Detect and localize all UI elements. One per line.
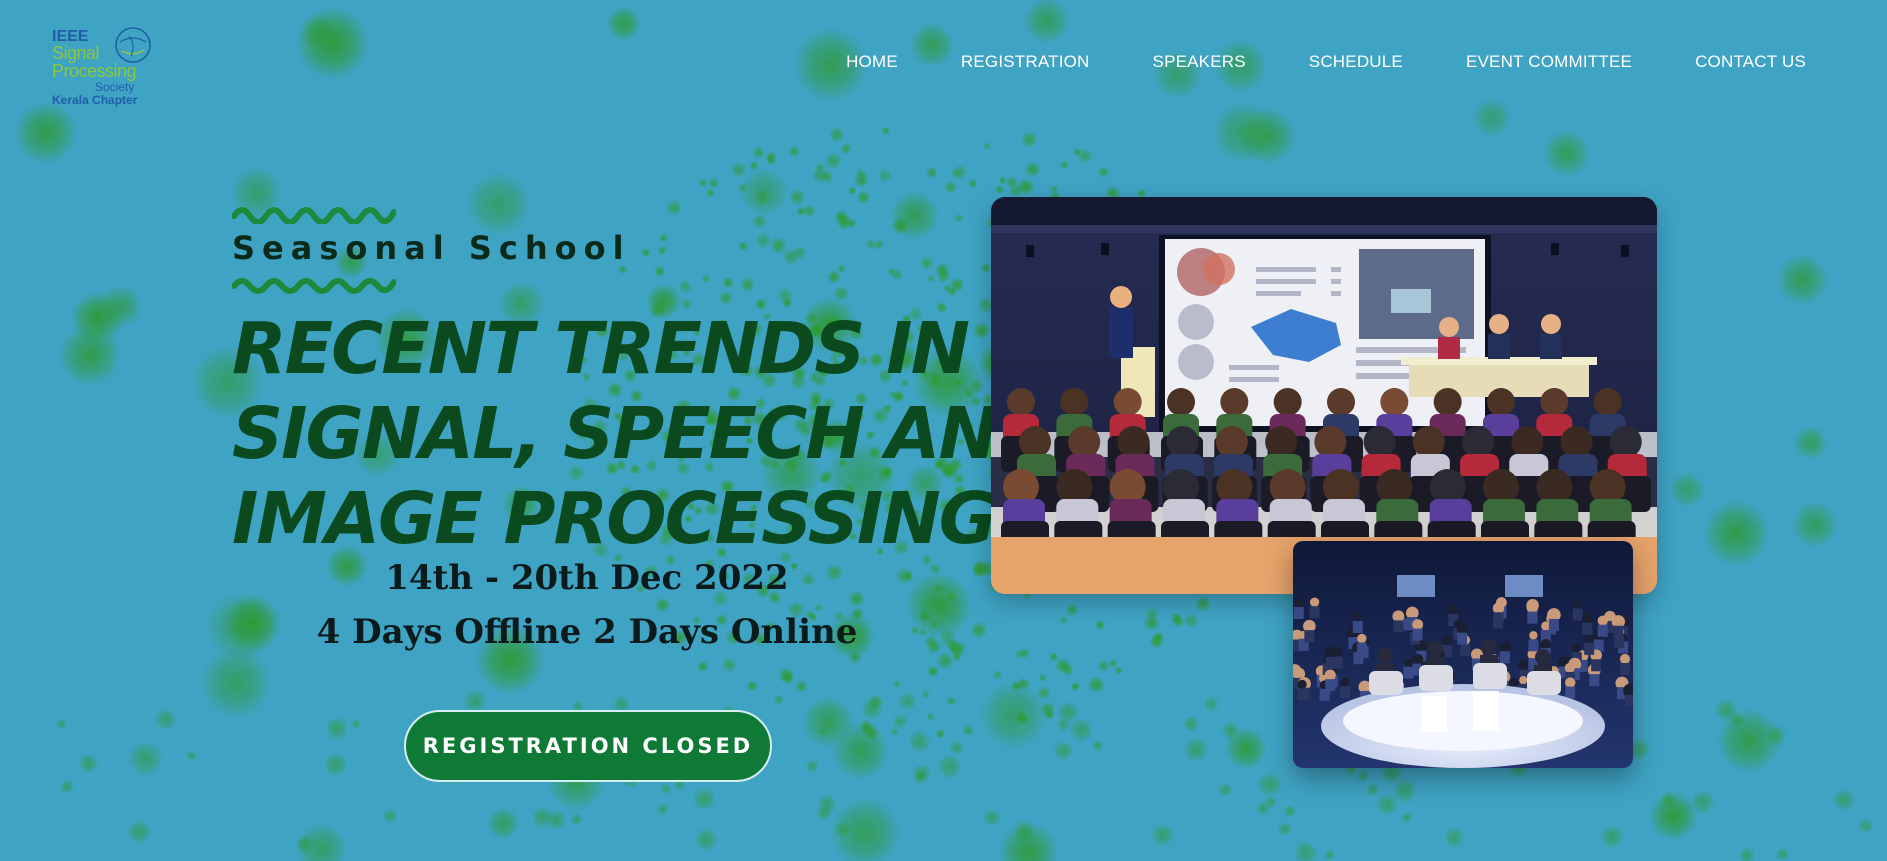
logo-processing-text: Processing: [52, 61, 137, 81]
panel-discussion-graphic: [1293, 541, 1633, 768]
nav-schedule[interactable]: SCHEDULE: [1309, 51, 1403, 73]
main-nav: HOME REGISTRATION SPEAKERS SCHEDULE EVEN…: [846, 51, 1806, 73]
event-dates: 14th - 20th Dec 2022: [385, 558, 789, 598]
logo-signal-text: Signal: [52, 43, 100, 63]
event-mode: 4 Days Offline 2 Days Online: [316, 612, 858, 652]
registration-closed-button[interactable]: REGISTRATION CLOSED: [404, 710, 772, 782]
event-title: RECENT TRENDS IN SIGNAL, SPEECH AND IMAG…: [232, 306, 1055, 561]
conference-illustration-graphic: [991, 197, 1657, 594]
logo-chapter-text: Kerala Chapter: [52, 93, 138, 107]
wave-decoration-top: [232, 207, 396, 224]
wave-decoration-bottom: [232, 278, 396, 294]
conference-illustration: [991, 197, 1657, 594]
ieee-sps-kerala-logo[interactable]: IEEE Signal Processing Society Kerala Ch…: [50, 24, 160, 108]
nav-event-committee[interactable]: EVENT COMMITTEE: [1466, 51, 1632, 73]
logo-society-text: Society: [95, 80, 135, 94]
panel-discussion-photo: [1293, 541, 1633, 768]
event-title-line-1: RECENT TRENDS IN: [232, 307, 970, 390]
nav-registration[interactable]: REGISTRATION: [961, 51, 1090, 73]
seasonal-school-subtitle: Seasonal School: [232, 229, 631, 267]
nav-speakers[interactable]: SPEAKERS: [1153, 51, 1246, 73]
nav-contact-us[interactable]: CONTACT US: [1695, 51, 1806, 73]
globe-icon: [115, 27, 151, 63]
event-title-line-2: SIGNAL, SPEECH AND: [232, 392, 1055, 475]
event-title-line-3: IMAGE PROCESSING: [232, 477, 997, 560]
hero-section: Seasonal School RECENT TRENDS IN SIGNAL,…: [232, 200, 1055, 561]
nav-home[interactable]: HOME: [846, 51, 898, 73]
